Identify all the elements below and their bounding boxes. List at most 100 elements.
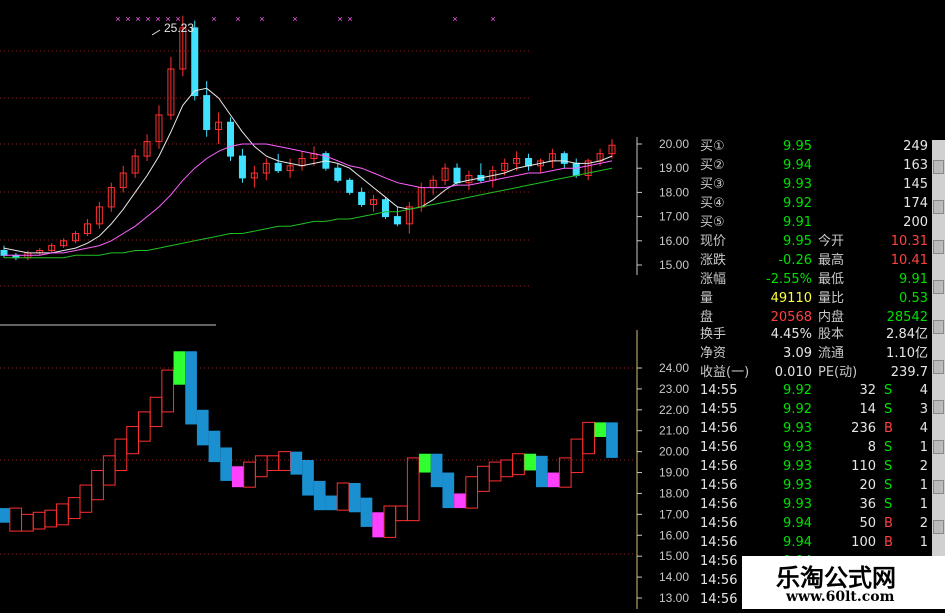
tick-price: 9.93 [783, 478, 812, 493]
toolbar-icon[interactable] [933, 480, 944, 494]
toolbar-icon[interactable] [933, 200, 944, 214]
candle-body [0, 249, 8, 256]
signal-marker: × [135, 14, 140, 24]
bid-row: 买① 9.95 249 [700, 137, 930, 156]
bid-label: 买③ [700, 177, 725, 192]
step-box [220, 447, 232, 481]
step-box [208, 430, 221, 463]
tick-count: 4 [919, 383, 928, 398]
tick-count: 2 [919, 516, 928, 531]
tick-row: 14:55 9.92 32 S 4 [700, 381, 930, 400]
fund-value: 1.10亿 [886, 346, 928, 361]
step-box [79, 484, 93, 513]
right-toolbar [932, 140, 945, 560]
stat-value: 0.53 [899, 291, 928, 306]
step-box [290, 451, 303, 475]
candle-body [191, 27, 199, 97]
y-tick-label: 16.00 [659, 234, 689, 248]
stat-label: 涨幅 [700, 272, 727, 287]
fund-row: 收益(一) 0.010 PE(动) 239.7 [700, 363, 930, 382]
bid-price: 9.94 [783, 158, 812, 173]
tick-price: 9.93 [783, 440, 812, 455]
tick-volume: 100 [851, 535, 876, 550]
tick-price: 9.93 [783, 421, 812, 436]
signal-marker: × [175, 14, 180, 24]
step-box [594, 422, 607, 437]
bid-label: 买① [700, 139, 725, 154]
step-box [406, 457, 420, 522]
tick-price: 9.92 [783, 402, 812, 417]
y-tick-label: 17.00 [659, 210, 689, 224]
fund-label: 流通 [818, 346, 845, 361]
step-box [454, 493, 466, 509]
toolbar-icon[interactable] [933, 280, 944, 294]
toolbar-icon[interactable] [933, 240, 944, 254]
stat-label: 最高 [818, 253, 845, 268]
toolbar-icon[interactable] [933, 400, 944, 414]
stat-label: 今开 [818, 234, 845, 249]
bid-label: 买④ [700, 196, 725, 211]
y-tick-label: 15.00 [659, 549, 689, 563]
bid-label: 买⑤ [700, 215, 725, 230]
step-box [302, 460, 314, 496]
bid-price: 9.93 [783, 177, 812, 192]
tick-count: 1 [919, 478, 928, 493]
tick-volume: 20 [859, 478, 876, 493]
candle-body [572, 162, 580, 176]
bid-volume: 200 [903, 215, 928, 230]
tick-count: 2 [919, 459, 928, 474]
step-box [547, 472, 560, 488]
step-box [173, 351, 186, 385]
toolbar-icon[interactable] [933, 360, 944, 374]
signal-marker: × [125, 14, 130, 24]
stat-label: 量比 [818, 291, 845, 306]
tick-time: 14:55 [700, 402, 738, 417]
step-box [44, 509, 58, 528]
stat-value: -0.26 [778, 253, 812, 268]
signal-marker: × [337, 14, 342, 24]
y-tick-label: 17.00 [659, 507, 689, 521]
step-box [383, 505, 397, 538]
signal-marker: × [115, 14, 120, 24]
signal-marker: × [155, 14, 160, 24]
toolbar-icon[interactable] [933, 440, 944, 454]
toolbar-icon[interactable] [933, 160, 944, 174]
step-box [372, 512, 384, 538]
fund-row: 净资 3.09 流通 1.10亿 [700, 344, 930, 363]
stat-value: 9.91 [899, 272, 928, 287]
tick-row: 14:56 9.93 20 S 1 [700, 476, 930, 495]
step-box [126, 426, 139, 455]
candle-body [227, 121, 235, 157]
tick-row: 14:56 9.94 50 B 2 [700, 514, 930, 533]
y-tick-label: 20.00 [659, 445, 689, 459]
step-box [102, 455, 116, 486]
stat-row: 量 49110 量比 0.53 [700, 289, 930, 308]
y-tick-label: 20.00 [659, 137, 689, 151]
tick-volume: 110 [851, 459, 876, 474]
signal-marker: × [292, 14, 297, 24]
fund-row: 换手 4.45% 股本 2.84亿 [700, 325, 930, 344]
watermark: 乐淘公式网 www.60lt.com [742, 556, 945, 609]
bid-price: 9.91 [783, 215, 812, 230]
toolbar-icon[interactable] [933, 320, 944, 334]
tick-price: 9.94 [783, 516, 812, 531]
tick-time: 14:56 [700, 478, 738, 493]
tick-time: 14:56 [700, 516, 738, 531]
stat-row: 现价 9.95 今开 10.31 [700, 232, 930, 251]
tick-count: 3 [919, 402, 928, 417]
tick-count: 1 [919, 535, 928, 550]
bid-volume: 174 [903, 196, 928, 211]
bid-label: 买② [700, 158, 725, 173]
step-box [419, 453, 431, 473]
step-box [512, 453, 525, 476]
tick-row: 14:56 9.94 100 B 1 [700, 533, 930, 552]
toolbar-icon[interactable] [933, 520, 944, 534]
fund-value: 2.84亿 [886, 327, 928, 342]
tick-price: 9.93 [783, 497, 812, 512]
step-box [243, 461, 256, 488]
signal-marker: × [347, 14, 352, 24]
y-tick-label: 14.00 [659, 570, 689, 584]
step-box [336, 482, 350, 511]
fund-value: 0.010 [774, 365, 812, 380]
tick-side: S [884, 459, 893, 474]
